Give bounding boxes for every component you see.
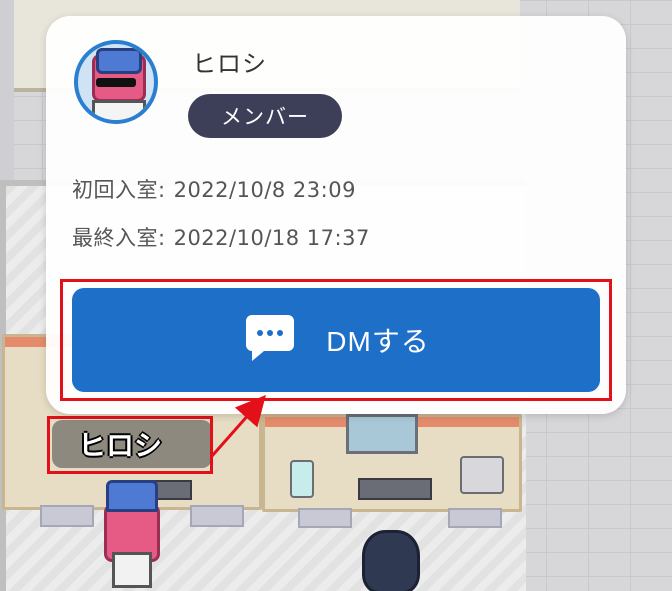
highlight-box-dm-button: [60, 279, 612, 401]
profile-user-name: ヒロシ: [192, 50, 267, 78]
first-entry-value: 2022/10/8 23:09: [173, 178, 356, 202]
player-avatar[interactable]: [100, 480, 160, 591]
desk-drawer: [448, 508, 502, 528]
desk-drawer: [190, 505, 244, 527]
profile-avatar-hat: [96, 48, 142, 74]
desk-drawer: [298, 508, 352, 528]
monitor: [346, 414, 418, 454]
desk-drawer: [40, 505, 94, 527]
profile-avatar: [74, 40, 158, 124]
profile-avatar-glasses: [96, 78, 136, 87]
desk-phone: [460, 456, 504, 494]
first-entry-label: 初回入室:: [72, 178, 166, 202]
smartphone: [290, 460, 314, 498]
last-entry-value: 2022/10/18 17:37: [173, 226, 370, 250]
role-badge: メンバー: [188, 94, 342, 138]
keyboard: [358, 478, 432, 500]
highlight-box-name-tag: [47, 416, 213, 474]
role-badge-label: メンバー: [221, 105, 309, 129]
avatar-shirt: [112, 552, 152, 588]
last-entry-row: 最終入室: 2022/10/18 17:37: [72, 222, 370, 252]
office-chair: [362, 530, 420, 591]
avatar-hat: [106, 480, 158, 512]
profile-avatar-shirt: [92, 100, 146, 120]
last-entry-label: 最終入室:: [72, 226, 166, 250]
first-entry-row: 初回入室: 2022/10/8 23:09: [72, 174, 356, 204]
